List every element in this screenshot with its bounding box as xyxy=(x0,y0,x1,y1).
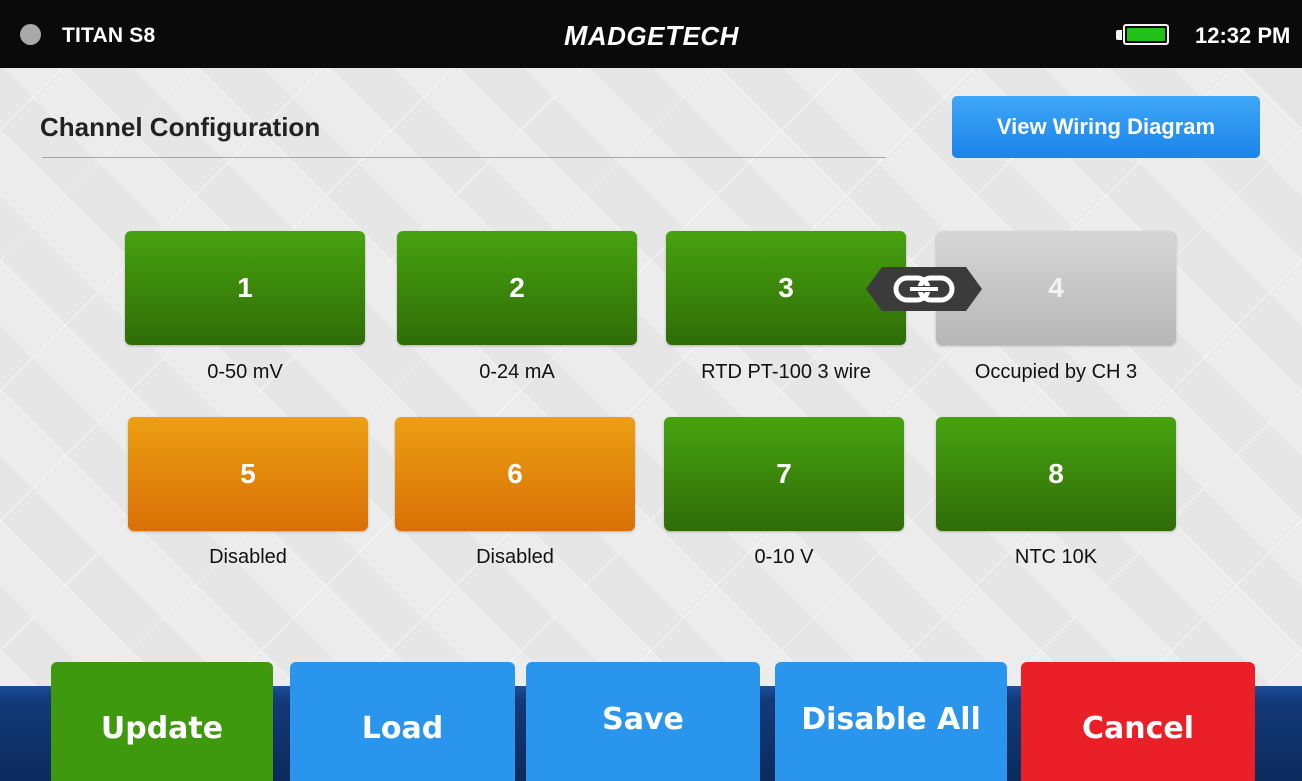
channel-4-label: Occupied by CH 3 xyxy=(974,361,1138,383)
clock: 12:32 PM xyxy=(1195,23,1291,48)
channel-6-label: Disabled xyxy=(476,546,554,568)
channel-1-tile[interactable]: 1 xyxy=(125,231,365,345)
channel-1-label: 0-50 mV xyxy=(207,361,283,383)
status-indicator-icon xyxy=(20,24,41,45)
channel-3-label: RTD PT-100 3 wire xyxy=(701,361,871,383)
title-divider xyxy=(42,157,886,158)
channel-5-tile[interactable]: 5 xyxy=(128,417,368,531)
battery-level xyxy=(1127,28,1165,41)
channel-8-tile[interactable]: 8 xyxy=(936,417,1176,531)
cancel-button[interactable]: Cancel xyxy=(1021,662,1255,781)
page-title: Channel Configuration xyxy=(40,112,321,142)
device-name: TITAN S8 xyxy=(62,24,156,47)
battery-icon xyxy=(1123,24,1169,45)
channel-2-tile[interactable]: 2 xyxy=(397,231,637,345)
view-wiring-diagram-button[interactable]: View Wiring Diagram xyxy=(952,96,1260,158)
update-button[interactable]: Update xyxy=(51,662,273,781)
load-button[interactable]: Load xyxy=(290,662,515,781)
status-bar: TITAN S8 MADGETECH 12:32 PM xyxy=(0,0,1302,68)
brand-logo: MADGETECH xyxy=(564,20,739,51)
channel-7-label: 0-10 V xyxy=(754,546,814,568)
save-button[interactable]: Save xyxy=(526,662,760,781)
battery-tip xyxy=(1116,30,1122,40)
chain-link-icon[interactable] xyxy=(866,265,982,313)
channel-8-label: NTC 10K xyxy=(1014,546,1098,568)
channel-7-tile[interactable]: 7 xyxy=(664,417,904,531)
channel-6-tile[interactable]: 6 xyxy=(395,417,635,531)
disable-all-button[interactable]: Disable All xyxy=(775,662,1007,781)
channel-2-label: 0-24 mA xyxy=(479,361,555,383)
channel-5-label: Disabled xyxy=(209,546,287,568)
